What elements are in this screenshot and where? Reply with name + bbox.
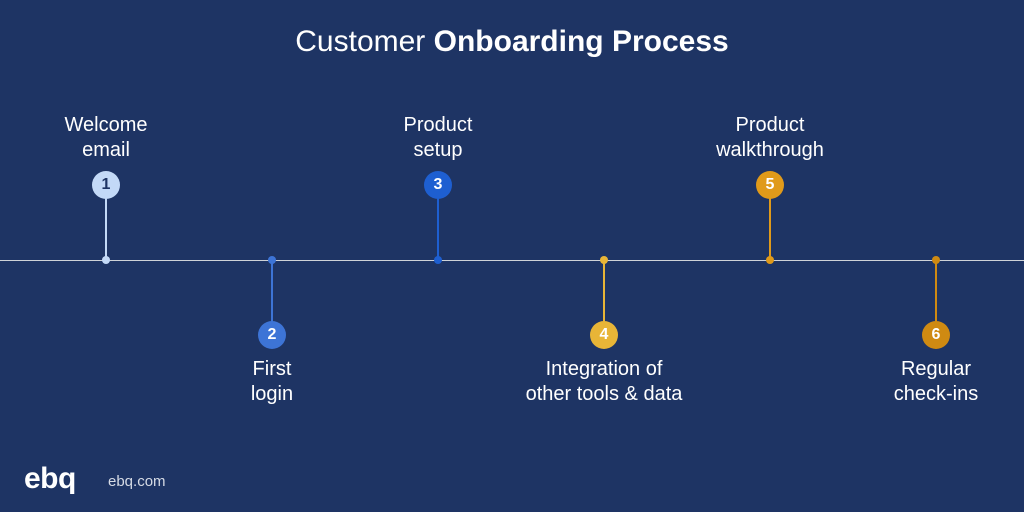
timeline-dot	[932, 256, 940, 264]
step-label-2: First login	[162, 357, 382, 407]
step-number: 3	[434, 176, 443, 194]
ebq-logo: ebq	[24, 464, 76, 494]
timeline-dot	[268, 256, 276, 264]
step-label-3: Product setup	[328, 113, 548, 163]
timeline-dot	[766, 256, 774, 264]
step-circle-2: 2	[258, 321, 286, 349]
step-circle-6: 6	[922, 321, 950, 349]
timeline-dot	[434, 256, 442, 264]
step-circle-3: 3	[424, 171, 452, 199]
step-label-4: Integration of other tools & data	[494, 357, 714, 407]
step-label-5: Product walkthrough	[660, 113, 880, 163]
step-circle-1: 1	[92, 171, 120, 199]
step-label-6: Regular check-ins	[826, 357, 1024, 407]
timeline-axis	[0, 260, 1024, 261]
step-number: 5	[766, 176, 775, 194]
step-number: 2	[268, 326, 277, 344]
title-bold: Onboarding Process	[434, 25, 729, 58]
timeline-dot	[102, 256, 110, 264]
diagram-title: Customer Onboarding Process	[0, 24, 1024, 60]
timeline-dot	[600, 256, 608, 264]
title-prefix: Customer	[295, 25, 433, 58]
step-number: 4	[600, 326, 609, 344]
site-url: ebq.com	[108, 473, 166, 490]
step-number: 6	[932, 326, 941, 344]
step-number: 1	[102, 176, 111, 194]
step-circle-4: 4	[590, 321, 618, 349]
step-circle-5: 5	[756, 171, 784, 199]
step-label-1: Welcome email	[0, 113, 216, 163]
